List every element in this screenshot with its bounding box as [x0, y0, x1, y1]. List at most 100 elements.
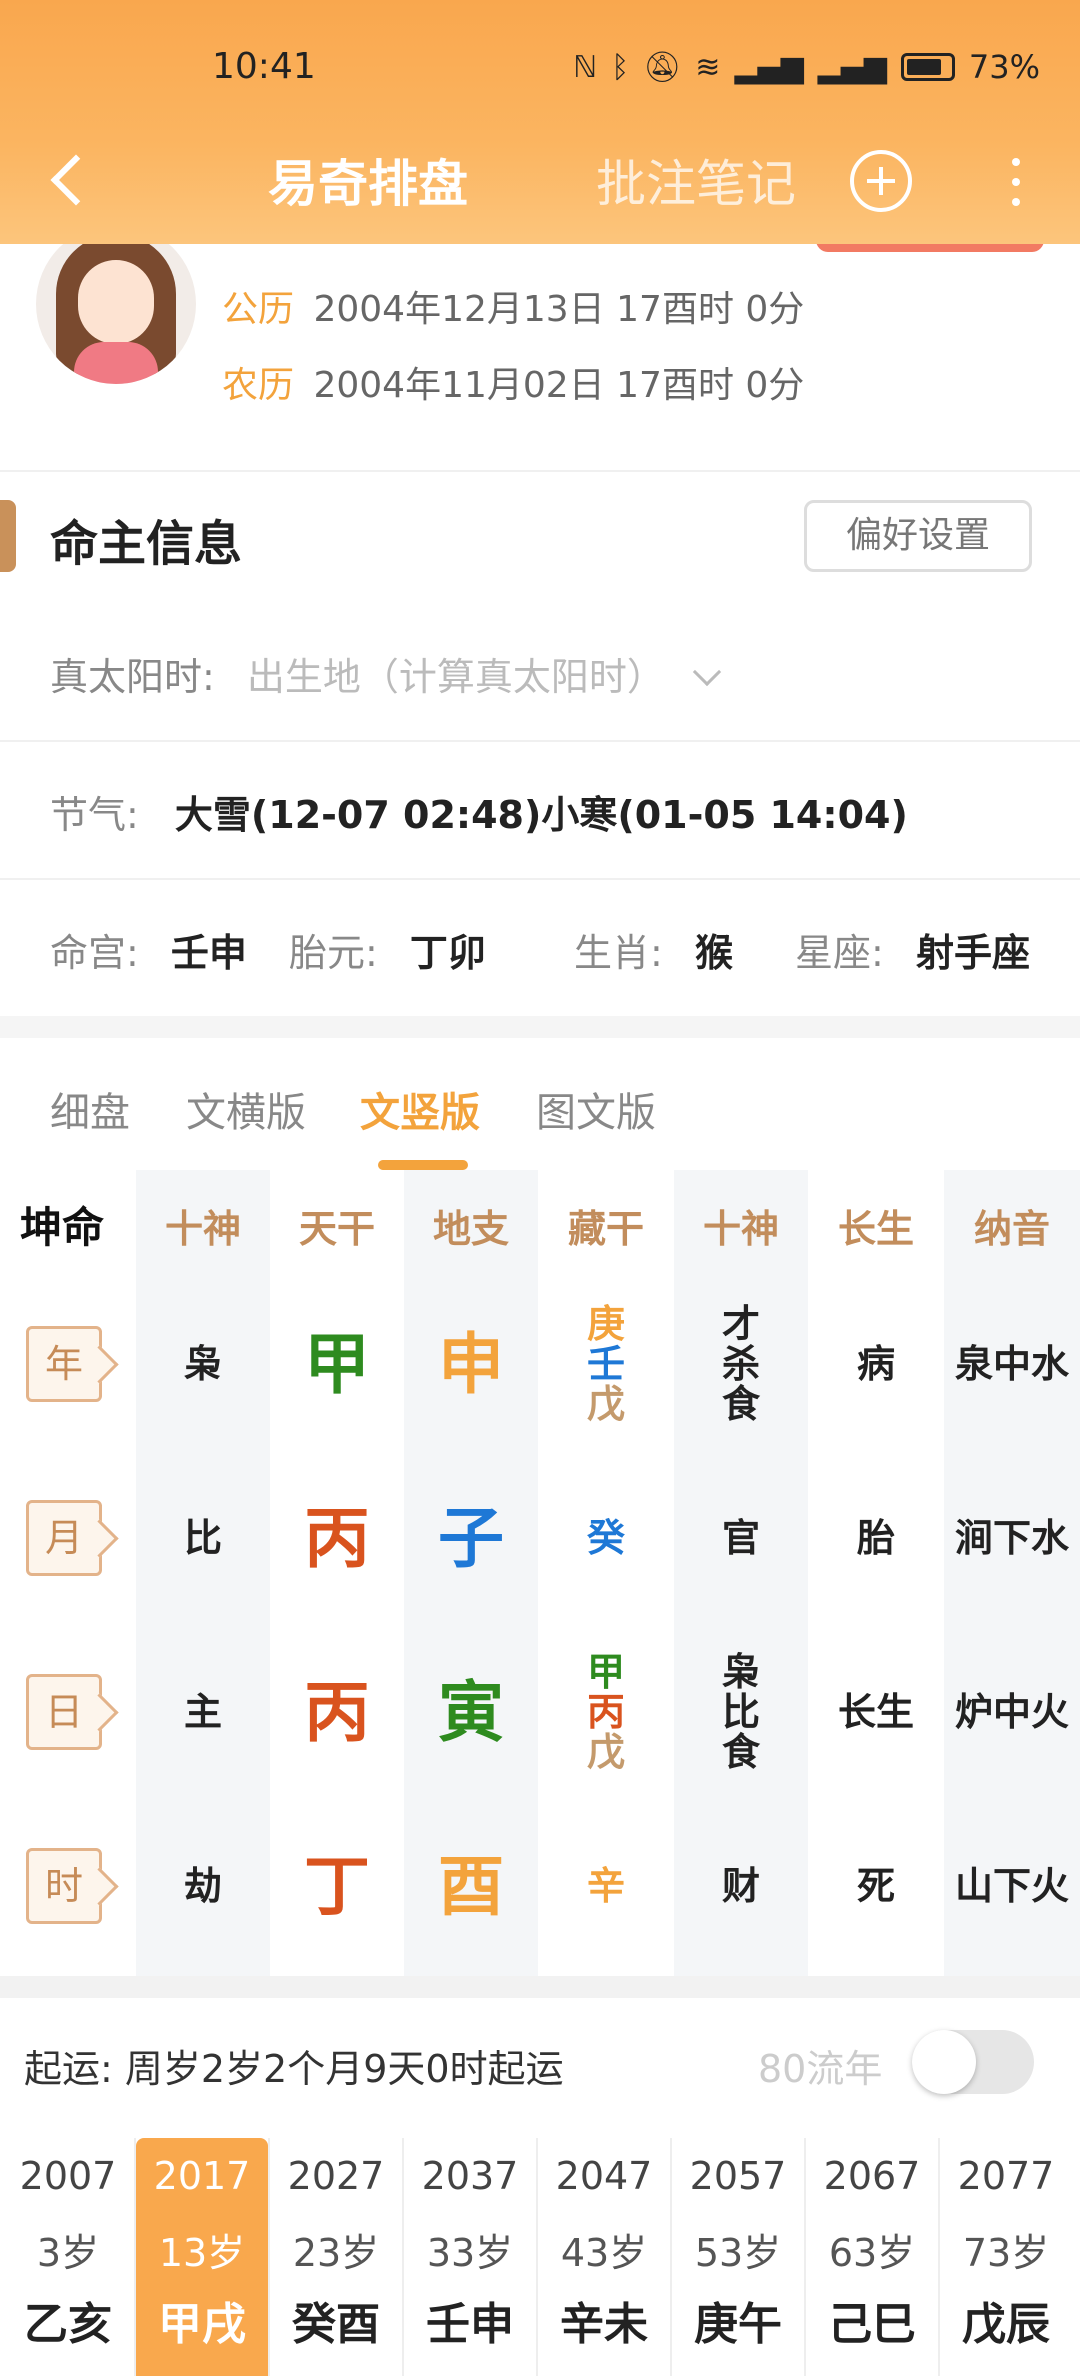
header-nayin: 纳音: [973, 1207, 1050, 1251]
shishen-day: 主: [183, 1690, 222, 1735]
dayun-year: 2077: [957, 2154, 1055, 2198]
changsheng-month: 胎: [856, 1516, 895, 1561]
taiyuan-value: 丁卯: [409, 931, 486, 975]
tab-detail[interactable]: 细盘: [50, 1080, 130, 1138]
solar-label: 公历: [222, 289, 295, 330]
canggan-hour: 辛: [586, 1864, 625, 1909]
dayun-item[interactable]: 2027 23岁 癸酉: [270, 2138, 402, 2376]
tiangan-hour: 丁: [304, 1848, 370, 1926]
app-header: 10:41 ℕ ᛒ 🔕︎ ≋ ▂▄▆ ▂▄▆ 73% 易奇排盘 批注笔记: [0, 0, 1080, 244]
status-bar: 10:41 ℕ ᛒ 🔕︎ ≋ ▂▄▆ ▂▄▆ 73%: [0, 40, 1080, 100]
signal-4g-icon: ▂▄▆: [817, 49, 887, 85]
divider: [0, 878, 1080, 880]
shishen-month: 比: [183, 1516, 222, 1561]
nfc-icon: ℕ: [573, 49, 598, 85]
shishen2-hour: 财: [721, 1864, 760, 1909]
nayin-day: 炉中火: [954, 1690, 1069, 1735]
canggan-month: 癸: [586, 1516, 625, 1561]
shengxiao-value: 猴: [694, 931, 733, 975]
dayun-item[interactable]: 2007 3岁 乙亥: [2, 2138, 134, 2376]
dayun-ganzhi: 癸酉: [292, 2299, 380, 2350]
tab-horizontal[interactable]: 文横版: [186, 1080, 306, 1138]
lunar-label: 农历: [222, 365, 295, 406]
add-icon[interactable]: [850, 150, 912, 212]
preferences-button[interactable]: 偏好设置: [804, 500, 1032, 572]
liunian-toggle[interactable]: [912, 2030, 1034, 2094]
page-title: 易奇排盘: [268, 155, 468, 213]
mute-bell-icon: 🔕︎: [643, 49, 682, 85]
toggle-knob: [912, 2030, 976, 2094]
dayun-age: 63岁: [828, 2231, 916, 2275]
tab-graphic[interactable]: 图文版: [536, 1080, 656, 1138]
divider: [402, 2138, 404, 2376]
more-icon[interactable]: [1000, 152, 1030, 212]
dayun-item[interactable]: 2047 43岁 辛未: [538, 2138, 670, 2376]
avatar: [36, 224, 196, 384]
row-label-hour: 时: [26, 1848, 102, 1924]
info-title: 命主信息: [50, 516, 243, 572]
tab-vertical[interactable]: 文竖版: [360, 1080, 480, 1138]
divider: [268, 2138, 270, 2376]
dayun-year: 2017: [153, 2154, 251, 2198]
status-icons: ℕ ᛒ 🔕︎ ≋ ▂▄▆ ▂▄▆ 73%: [573, 48, 1040, 86]
header-tiangan: 天干: [298, 1207, 375, 1251]
qiyun-text: 起运: 周岁2岁2个月9天0时起运: [24, 2047, 564, 2091]
dizhi-hour: 酉: [438, 1848, 504, 1926]
header-canggan: 藏干: [567, 1207, 644, 1251]
section-marker: [0, 500, 16, 572]
battery-percent: 73%: [968, 48, 1040, 86]
view-tabs: 细盘 文横版 文竖版 图文版: [0, 1070, 1080, 1170]
dizhi-month: 子: [438, 1500, 504, 1578]
header-shishen: 十神: [164, 1207, 241, 1251]
header-dizhi: 地支: [432, 1207, 509, 1251]
dayun-ganzhi: 庚午: [694, 2299, 782, 2350]
minggong-value: 壬申: [170, 931, 247, 975]
birthplace-select[interactable]: 出生地（计算真太阳时）: [247, 655, 665, 699]
liunian-label: 80流年: [758, 2047, 883, 2091]
divider: [0, 740, 1080, 742]
dayun-age: 3岁: [36, 2231, 100, 2275]
divider: [938, 2138, 940, 2376]
shishen2-year: 才杀食: [721, 1302, 760, 1426]
qiyun-row: 起运: 周岁2岁2个月9天0时起运 80流年: [0, 2000, 1080, 2130]
dayun-age: 13岁: [158, 2231, 246, 2275]
dayun-year: 2037: [421, 2154, 519, 2198]
dayun-ganzhi: 甲戌: [158, 2299, 246, 2350]
nayin-month: 涧下水: [954, 1516, 1069, 1561]
info-header: 命主信息 偏好设置: [0, 496, 1080, 586]
dayun-year: 2057: [689, 2154, 787, 2198]
dayun-ganzhi: 辛未: [560, 2299, 648, 2350]
true-solar-label: 真太阳时:: [50, 655, 215, 699]
divider: [134, 2138, 136, 2376]
active-tab-indicator: [378, 1160, 468, 1170]
dayun-item[interactable]: 2067 63岁 己巳: [806, 2138, 938, 2376]
dayun-item[interactable]: 2037 33岁 壬申: [404, 2138, 536, 2376]
profile-section: 公历 2004年12月13日 17酉时 0分 农历 2004年11月02日 17…: [0, 224, 1080, 470]
shengxiao-label: 生肖:: [574, 931, 663, 975]
true-solar-row[interactable]: 真太阳时: 出生地（计算真太阳时）: [50, 646, 722, 701]
xingzuo-label: 星座:: [795, 931, 884, 975]
dayun-list: 2007 3岁 乙亥 2017 13岁 甲戌 2027 23岁 癸酉 2037 33岁 壬申 2047 4…: [0, 2138, 1080, 2376]
minggong-label: 命宫:: [50, 931, 139, 975]
wifi-icon: ≋: [695, 49, 721, 85]
dayun-item[interactable]: 2077 73岁 戊辰: [940, 2138, 1072, 2376]
shishen-hour: 劫: [183, 1864, 222, 1909]
divider: [670, 2138, 672, 2376]
changsheng-day: 长生: [837, 1690, 914, 1735]
nav-bar: 易奇排盘 批注笔记: [0, 130, 1080, 230]
header-changsheng: 长生: [837, 1207, 914, 1251]
nayin-year: 泉中水: [954, 1342, 1069, 1387]
shishen2-month: 官: [721, 1516, 760, 1561]
dayun-age: 23岁: [292, 2231, 380, 2275]
back-icon[interactable]: [40, 150, 100, 210]
dayun-ganzhi: 壬申: [426, 2299, 514, 2350]
lunar-value: 2004年11月02日 17酉时 0分: [313, 365, 805, 406]
dayun-ganzhi: 戊辰: [962, 2299, 1050, 2350]
shishen-year: 枭: [183, 1342, 222, 1387]
lunar-date-row: 农历 2004年11月02日 17酉时 0分: [222, 356, 804, 408]
dayun-item[interactable]: 2017 13岁甲戌: [136, 2138, 268, 2376]
solar-value: 2004年12月13日 17酉时 0分: [313, 289, 805, 330]
notes-button[interactable]: 批注笔记: [596, 144, 796, 216]
divider: [804, 2138, 806, 2376]
dayun-item[interactable]: 2057 53岁 庚午: [672, 2138, 804, 2376]
